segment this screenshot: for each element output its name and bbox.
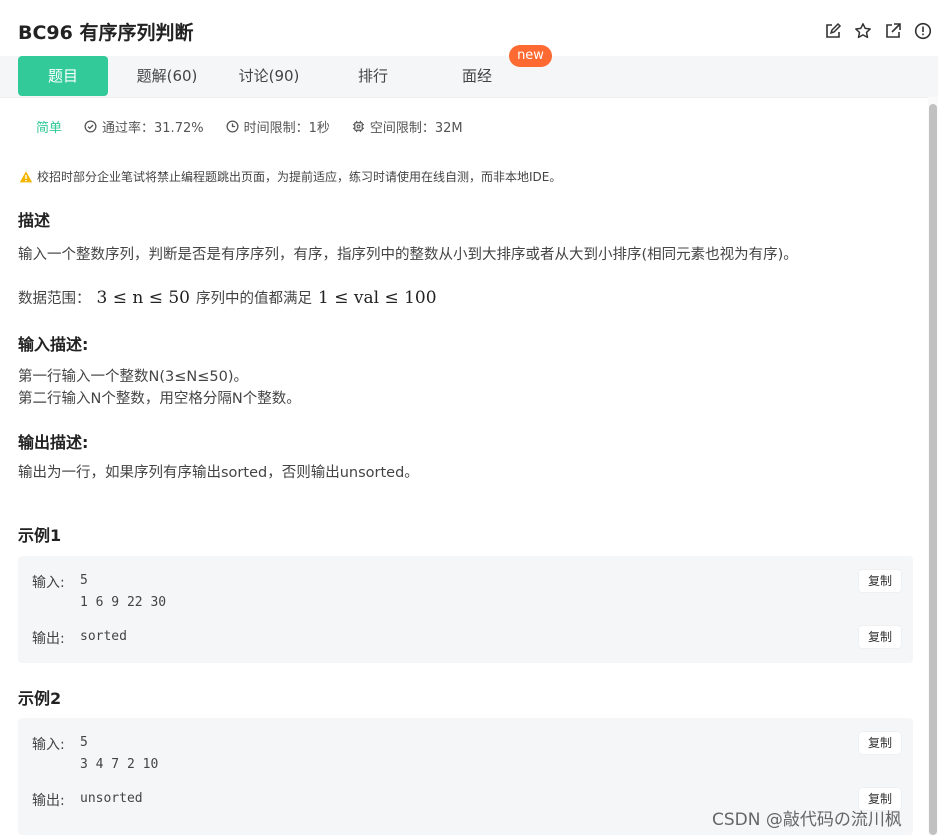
example2-input-line2: 3 4 7 2 10: [80, 757, 159, 772]
tab-bar: 题目 题解(60) 讨论(90) 排行 面经: [0, 56, 938, 98]
example1-input-line2: 1 6 9 22 30: [80, 595, 167, 610]
data-range-label: 数据范围：: [18, 291, 91, 307]
example1-output-label: 输出:: [32, 631, 65, 647]
example1-input-copy-button[interactable]: 复制: [859, 570, 901, 592]
external-link-icon[interactable]: [884, 22, 902, 40]
example2-output-label: 输出:: [32, 793, 65, 809]
difficulty-label: 简单: [36, 120, 63, 136]
chip-icon: [352, 120, 364, 132]
output-desc-heading: 输出描述:: [18, 433, 89, 452]
problem-header: BC96 有序序列判断: [0, 0, 938, 58]
data-range: 数据范围： 3 ≤ n ≤ 50 序列中的值都满足 1 ≤ val ≤ 100: [18, 287, 443, 308]
range-formula-val: 1 ≤ val ≤ 100: [318, 287, 437, 308]
tab-problem[interactable]: 题目: [18, 56, 108, 96]
pass-rate-text: 通过率：31.72%: [102, 120, 204, 136]
description-text: 输入一个整数序列，判断是否是有序序列，有序，指序列中的整数从小到大排序或者从大到…: [18, 247, 798, 263]
problem-meta: 简单 通过率：31.72% 时间限制：1秒 空间限制：32M: [36, 117, 485, 136]
example2-heading: 示例2: [18, 689, 62, 708]
time-limit: 时间限制：1秒: [226, 117, 330, 136]
example1-input-line1: 5: [80, 573, 88, 588]
memory-limit-text: 空间限制：32M: [369, 120, 463, 136]
output-desc-line1: 输出为一行，如果序列有序输出sorted，否则输出unsorted。: [18, 465, 419, 481]
clock-icon: [226, 119, 239, 133]
example2-input-line1: 5: [80, 735, 88, 750]
example2-output-value: unsorted: [80, 791, 143, 806]
input-desc-line1: 第一行输入一个整数N(3≤N≤50)。: [18, 369, 248, 385]
warning-notice: 校招时部分企业笔试将禁止编程题跳出页面，为提前适应，练习时请使用在线自测，而非本…: [19, 168, 561, 185]
range-formula-n: 3 ≤ n ≤ 50: [96, 287, 191, 308]
warning-text: 校招时部分企业笔试将禁止编程题跳出页面，为提前适应，练习时请使用在线自测，而非本…: [37, 170, 562, 184]
example1-heading: 示例1: [18, 526, 62, 545]
example1-box: 输入: 5 1 6 9 22 30 复制 输出: sorted 复制: [18, 556, 913, 663]
memory-limit: 空间限制：32M: [352, 117, 463, 136]
tab-ranking[interactable]: 排行: [328, 56, 418, 96]
warning-icon: [19, 170, 33, 182]
edit-icon[interactable]: [824, 22, 842, 40]
check-circle-icon: [84, 119, 97, 133]
star-icon[interactable]: [854, 22, 872, 40]
data-range-mid: 序列中的值都满足: [196, 291, 312, 307]
csdn-watermark: CSDN @敲代码の流川枫: [712, 810, 902, 830]
description-heading: 描述: [18, 211, 51, 230]
example2-input-label: 输入:: [32, 737, 65, 753]
header-actions: [824, 22, 932, 40]
pass-rate: 通过率：31.72%: [84, 117, 204, 136]
tab-solutions[interactable]: 题解(60): [122, 56, 212, 96]
input-desc-heading: 输入描述:: [18, 335, 89, 354]
alert-circle-icon[interactable]: [914, 22, 932, 40]
example1-output-value: sorted: [80, 629, 127, 644]
tab-interview[interactable]: 面经: [432, 56, 522, 96]
page-title: BC96 有序序列判断: [18, 22, 194, 44]
scrollbar-thumb[interactable]: [929, 104, 937, 835]
tab-discussion[interactable]: 讨论(90): [224, 56, 314, 96]
example1-output-copy-button[interactable]: 复制: [859, 626, 901, 648]
time-limit-text: 时间限制：1秒: [243, 120, 330, 136]
input-desc-line2: 第二行输入N个整数，用空格分隔N个整数。: [18, 391, 301, 407]
example1-input-label: 输入:: [32, 575, 65, 591]
new-badge: new: [509, 45, 552, 67]
example2-input-copy-button[interactable]: 复制: [859, 732, 901, 754]
